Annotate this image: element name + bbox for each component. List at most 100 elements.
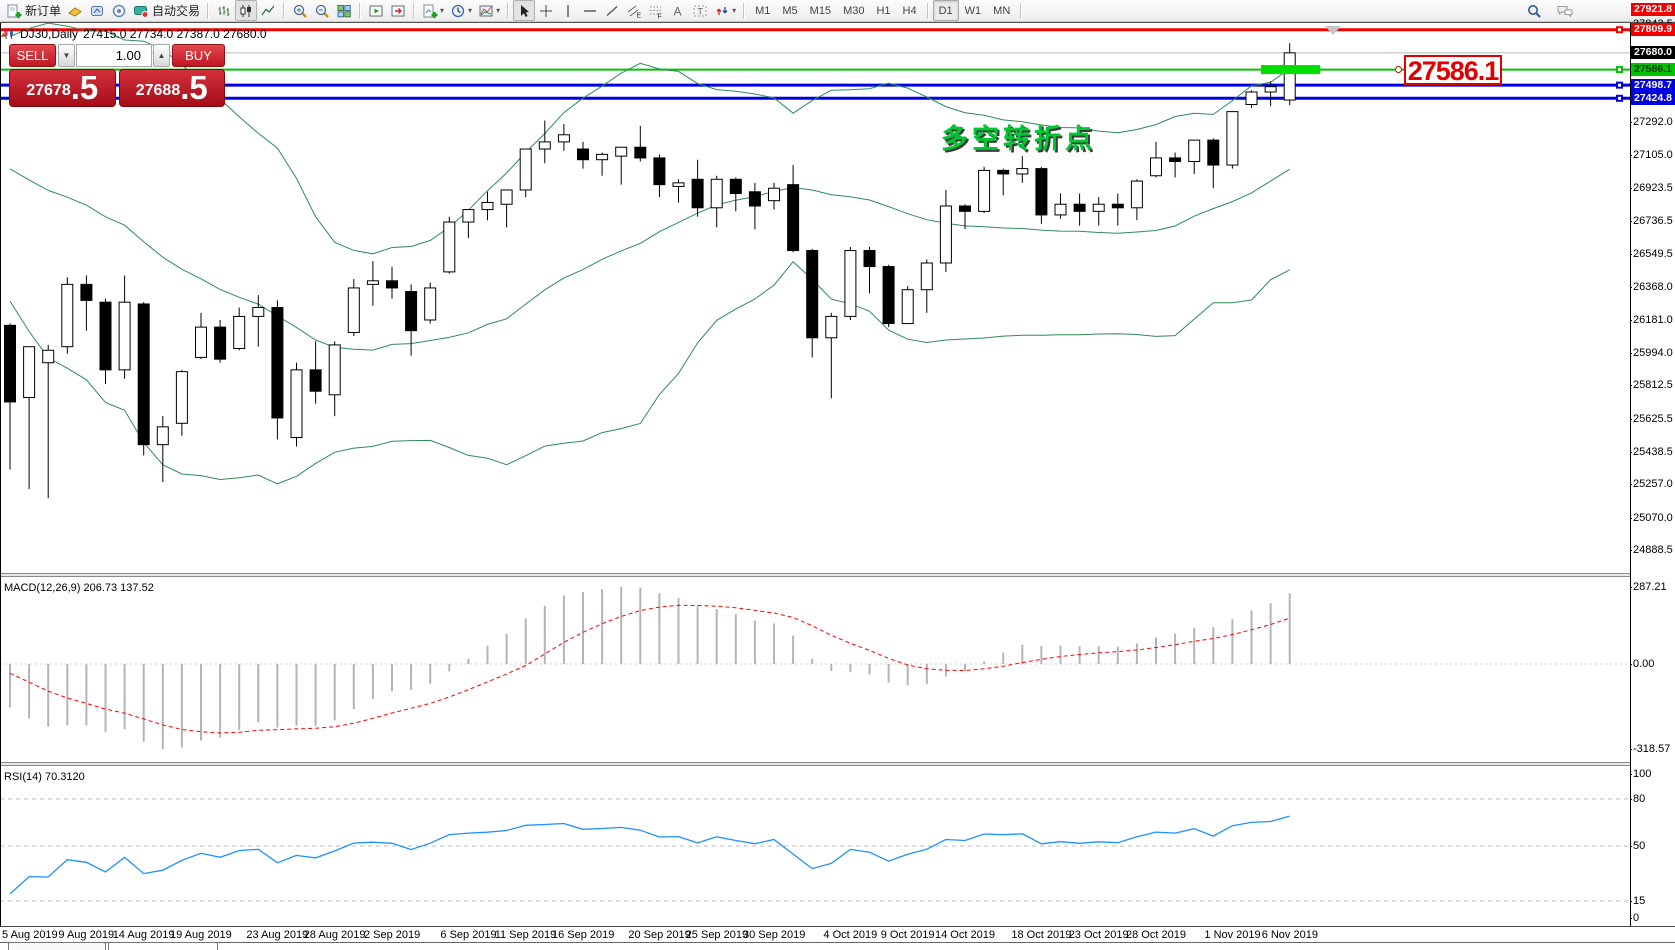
zoom-out-icon: [314, 3, 330, 19]
new-chart-dropdown[interactable]: ▾: [419, 0, 447, 21]
main-price-chart[interactable]: [0, 23, 1630, 573]
line-chart-button[interactable]: [257, 0, 279, 21]
current-price-label: 27680.0: [1631, 46, 1675, 59]
buy-button[interactable]: BUY: [172, 44, 225, 67]
chart-tab[interactable]: [108, 942, 218, 950]
toolbar-separator: [283, 3, 285, 19]
level-price-label: 27498.7: [1631, 79, 1675, 92]
volume-input[interactable]: [76, 44, 152, 67]
new-order-button[interactable]: 新订单: [3, 0, 64, 21]
svg-text:T: T: [698, 6, 704, 16]
arrows-icon: [714, 3, 730, 19]
search-icon[interactable]: [1526, 3, 1542, 19]
text-tool-button[interactable]: A: [667, 0, 689, 21]
highlight-anchor-dot[interactable]: [1395, 66, 1402, 73]
candlestick-chart-icon: [238, 3, 254, 19]
crosshair-tool-button[interactable]: [535, 0, 557, 21]
new-chart-icon: [422, 3, 438, 19]
chart-title: DJ30,Daily 27415.0 27734.0 27387.0 27680…: [3, 27, 267, 41]
timeframe-h4[interactable]: H4: [897, 0, 923, 21]
sell-price-main: 27678: [26, 78, 71, 104]
timeframe-m15[interactable]: M15: [804, 0, 837, 21]
toolbar: 新订单 自动交易: [0, 0, 1675, 22]
candlestick-chart-button[interactable]: [235, 0, 257, 21]
macd-label: MACD(12,26,9) 206.73 137.52: [4, 582, 154, 594]
data-window-icon: [111, 3, 127, 19]
text-label-icon: T: [692, 3, 708, 19]
caret-down-icon: ▼: [63, 51, 71, 60]
date-axis[interactable]: 5 Aug 20199 Aug 201914 Aug 201919 Aug 20…: [0, 926, 1675, 942]
price-axis-column[interactable]: 27843.527292.027105.026923.526736.526549…: [1631, 23, 1675, 926]
timeframe-d1[interactable]: D1: [933, 0, 959, 21]
toolbar-separator: [507, 3, 509, 19]
date-label: 1 Nov 2019: [1204, 929, 1260, 941]
new-order-label: 新订单: [25, 2, 61, 19]
volume-decrease-button[interactable]: ▼: [58, 44, 75, 67]
templates-icon: [478, 3, 494, 19]
highlight-price-label[interactable]: 27586.1: [1404, 55, 1502, 85]
price-tick-label: 26181.0: [1633, 314, 1673, 326]
date-label: 5 Aug 2019: [2, 929, 58, 941]
timeframe-m5[interactable]: M5: [776, 0, 803, 21]
sell-price-display[interactable]: 27678.5: [9, 69, 116, 107]
price-tick-label: 25257.0: [1633, 478, 1673, 490]
fibonacci-tool-button[interactable]: F: [645, 0, 667, 21]
arrows-dropdown[interactable]: ▾: [711, 0, 739, 21]
date-label: 28 Aug 2019: [304, 929, 366, 941]
auto-scroll-button[interactable]: [365, 0, 387, 21]
timeframe-m30[interactable]: M30: [837, 0, 870, 21]
profiles-dropdown[interactable]: ▾: [447, 0, 475, 21]
tile-windows-icon: [336, 3, 352, 19]
auto-trading-button[interactable]: 自动交易: [130, 0, 203, 21]
chart-tile-button[interactable]: [64, 0, 86, 21]
rsi-tick-label: 80: [1633, 793, 1645, 805]
text-icon: A: [670, 3, 686, 19]
chart-region: 27843.527292.027105.026923.526736.526549…: [0, 22, 1675, 950]
bar-chart-button[interactable]: [213, 0, 235, 21]
volume-increase-button[interactable]: ▲: [153, 44, 170, 67]
level-price-label: 27586.1: [1631, 63, 1675, 76]
equidistant-channel-tool-button[interactable]: E: [623, 0, 645, 21]
sell-button[interactable]: SELL: [9, 44, 56, 67]
timeframe-h1[interactable]: H1: [870, 0, 896, 21]
chart-symbol-period: DJ30,Daily: [20, 27, 78, 41]
chevron-down-icon: ▾: [496, 6, 500, 15]
one-click-panel-toggle[interactable]: ▴: [1, 29, 6, 40]
data-window-button[interactable]: [108, 0, 130, 21]
horizontal-line-icon: [582, 3, 598, 19]
buy-price-display[interactable]: 27688.5: [119, 69, 226, 107]
navigator-button[interactable]: [86, 0, 108, 21]
chart-shift-marker[interactable]: [1325, 26, 1341, 35]
navigator-icon: [89, 3, 105, 19]
price-tick-label: 26923.5: [1633, 182, 1673, 194]
timeframe-m1[interactable]: M1: [749, 0, 776, 21]
date-label: 14 Oct 2019: [935, 929, 995, 941]
toolbar-separator: [927, 3, 929, 19]
cursor-tool-button[interactable]: [513, 0, 535, 21]
macd-tick-label: -318.57: [1633, 743, 1670, 755]
text-label-tool-button[interactable]: T: [689, 0, 711, 21]
rsi-indicator-pane[interactable]: [0, 766, 1630, 926]
macd-indicator-pane[interactable]: [0, 577, 1630, 762]
zoom-in-icon: [292, 3, 308, 19]
chat-icon[interactable]: [1556, 3, 1572, 19]
macd-histogram: [10, 587, 1290, 749]
timeframe-mn[interactable]: MN: [987, 0, 1016, 21]
tile-windows-button[interactable]: [333, 0, 355, 21]
chart-annotation-text[interactable]: 多空转折点: [941, 117, 1096, 156]
vertical-line-tool-button[interactable]: [557, 0, 579, 21]
zoom-in-button[interactable]: [289, 0, 311, 21]
zoom-out-button[interactable]: [311, 0, 333, 21]
price-tick-label: 24888.5: [1633, 544, 1673, 556]
templates-dropdown[interactable]: ▾: [475, 0, 503, 21]
tab-strip-line: [0, 942, 1675, 943]
horizontal-line-tool-button[interactable]: [579, 0, 601, 21]
rsi-tick-label: 50: [1633, 840, 1645, 852]
date-label: 4 Oct 2019: [823, 929, 877, 941]
date-label: 18 Oct 2019: [1011, 929, 1071, 941]
chart-shift-button[interactable]: [387, 0, 409, 21]
timeframe-w1[interactable]: W1: [959, 0, 988, 21]
chart-tab[interactable]: [8, 942, 106, 950]
cursor-icon: [516, 3, 532, 19]
trendline-tool-button[interactable]: [601, 0, 623, 21]
